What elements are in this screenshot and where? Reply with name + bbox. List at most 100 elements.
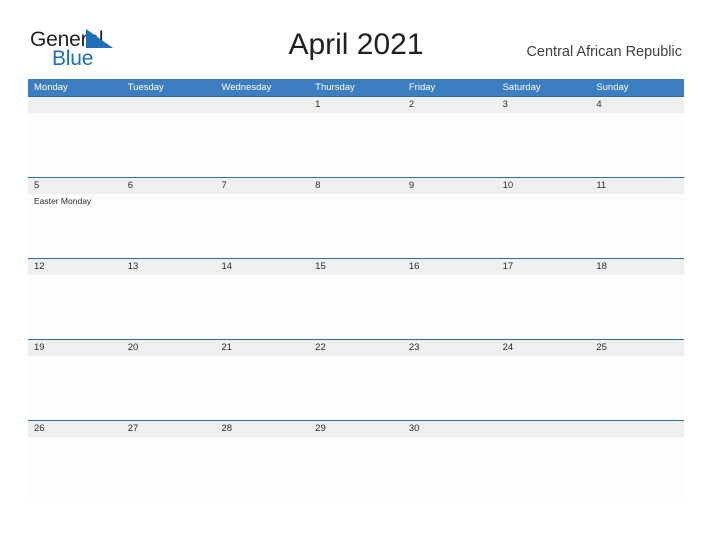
day-number: 19	[34, 342, 45, 353]
calendar-grid: Monday Tuesday Wednesday Thursday Friday…	[28, 79, 684, 501]
day-cell[interactable]: 24	[497, 340, 591, 421]
day-cell[interactable]: 11	[590, 178, 684, 259]
day-cell[interactable]	[122, 97, 216, 178]
week-row: 5 Easter Monday 6 7 8 9 10 11	[28, 177, 684, 258]
calendar-page: General Blue April 2021 Central African …	[0, 0, 712, 550]
day-cell[interactable]: 6	[122, 178, 216, 259]
day-events	[315, 113, 403, 115]
day-cell[interactable]: 28	[215, 421, 309, 502]
day-events	[503, 194, 591, 196]
day-cell[interactable]: 10	[497, 178, 591, 259]
day-number: 3	[502, 99, 508, 110]
day-cell[interactable]: 4	[590, 97, 684, 178]
day-cell[interactable]: 20	[122, 340, 216, 421]
day-number: 5	[34, 180, 40, 191]
weekday-header-row: Monday Tuesday Wednesday Thursday Friday…	[28, 79, 684, 96]
weekday-header-thursday: Thursday	[315, 82, 355, 93]
day-events	[34, 275, 122, 277]
day-number: 21	[221, 342, 233, 353]
day-number: 7	[221, 180, 227, 191]
day-events	[34, 356, 122, 358]
day-cell[interactable]: 21	[215, 340, 309, 421]
day-number: 1	[315, 99, 321, 110]
day-number: 10	[502, 180, 514, 191]
day-cell[interactable]: 23	[403, 340, 497, 421]
day-number: 25	[596, 342, 607, 353]
day-cell[interactable]	[590, 421, 684, 502]
day-events	[315, 356, 403, 358]
weekday-header-sunday: Sunday	[596, 82, 629, 93]
day-events	[503, 437, 591, 439]
day-number: 30	[408, 423, 420, 434]
day-cell[interactable]: 16	[403, 259, 497, 340]
day-events	[34, 113, 122, 115]
day-cell[interactable]: 2	[403, 97, 497, 178]
day-cell[interactable]: 30	[403, 421, 497, 502]
day-number: 12	[34, 261, 45, 272]
weekday-header-saturday: Saturday	[502, 82, 541, 93]
day-events	[596, 437, 684, 439]
weekday-header-tuesday: Tuesday	[127, 82, 164, 93]
day-cell[interactable]: 5 Easter Monday	[28, 178, 122, 259]
day-cell[interactable]: 18	[590, 259, 684, 340]
day-cell[interactable]: 9	[403, 178, 497, 259]
day-number: 27	[127, 423, 139, 434]
day-number: 13	[127, 261, 139, 272]
day-events	[503, 113, 591, 115]
day-events	[596, 113, 684, 115]
day-number: 11	[596, 180, 607, 191]
day-events	[128, 356, 216, 358]
day-events	[221, 356, 309, 358]
day-cell[interactable]: 1	[309, 97, 403, 178]
day-cell[interactable]	[28, 97, 122, 178]
day-number: 29	[315, 423, 326, 434]
day-number: 8	[315, 180, 321, 191]
day-cell[interactable]: 15	[309, 259, 403, 340]
day-number: 9	[408, 180, 415, 191]
country-label: Central African Republic	[526, 44, 682, 60]
day-number: 6	[127, 180, 134, 191]
day-cell[interactable]	[215, 97, 309, 178]
weekday-header-wednesday: Wednesday	[221, 82, 272, 93]
day-events	[503, 356, 591, 358]
day-cell[interactable]: 13	[122, 259, 216, 340]
day-cell[interactable]: 29	[309, 421, 403, 502]
day-events	[315, 275, 403, 277]
day-events	[128, 437, 216, 439]
weekday-header-friday: Friday	[408, 82, 436, 93]
day-events	[409, 194, 497, 196]
weekday-header-monday: Monday	[34, 82, 68, 93]
day-number: 17	[502, 261, 514, 272]
day-cell[interactable]: 27	[122, 421, 216, 502]
day-events	[596, 356, 684, 358]
day-events	[409, 437, 497, 439]
day-number: 16	[408, 261, 420, 272]
day-events	[221, 194, 309, 196]
day-cell[interactable]: 7	[215, 178, 309, 259]
day-cell[interactable]: 17	[497, 259, 591, 340]
day-events	[596, 194, 684, 196]
day-cell[interactable]: 8	[309, 178, 403, 259]
holiday-label: Easter Monday	[34, 196, 92, 206]
day-events	[503, 275, 591, 277]
day-events	[409, 356, 497, 358]
day-events	[221, 437, 309, 439]
day-cell[interactable]: 14	[215, 259, 309, 340]
day-cell[interactable]: 22	[309, 340, 403, 421]
day-number: 28	[221, 423, 233, 434]
day-cell[interactable]	[497, 421, 591, 502]
day-number: 2	[408, 99, 415, 110]
day-events	[409, 275, 497, 277]
day-number: 22	[315, 342, 326, 353]
day-number: 4	[596, 99, 602, 110]
day-events	[221, 275, 309, 277]
day-cell[interactable]: 19	[28, 340, 122, 421]
week-row: 1 2 3 4	[28, 96, 684, 177]
day-cell[interactable]: 12	[28, 259, 122, 340]
day-cell[interactable]: 26	[28, 421, 122, 502]
day-cell[interactable]: 25	[590, 340, 684, 421]
day-cell[interactable]: 3	[497, 97, 591, 178]
day-number: 14	[221, 261, 233, 272]
day-number: 26	[34, 423, 45, 434]
day-events	[128, 194, 216, 196]
